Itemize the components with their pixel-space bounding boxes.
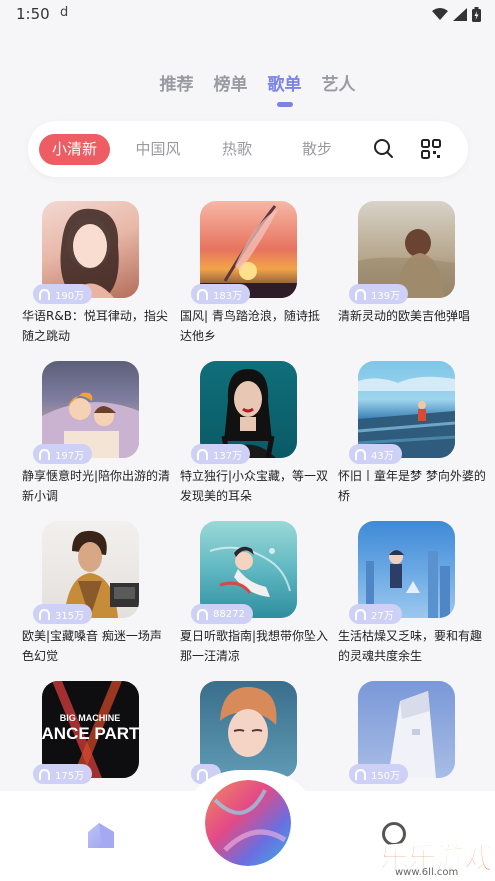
headphones-icon	[355, 608, 366, 620]
headphones-icon	[197, 768, 208, 780]
play-count: 183万	[213, 290, 243, 302]
cover-art	[220, 686, 277, 757]
status-time: 1:50	[16, 5, 50, 23]
tab-recommend[interactable]: 推荐	[160, 70, 194, 95]
play-count-badge: 27万	[349, 604, 402, 624]
filter-hot-songs[interactable]: 热歌	[210, 134, 264, 165]
active-tab-indicator	[276, 102, 293, 107]
headphones-icon	[197, 448, 208, 460]
headphones-icon	[39, 768, 50, 780]
qr-scan-icon[interactable]	[418, 136, 444, 162]
playlist-title: 国风| 青鸟踏沧浪，随诗抵达他乡	[180, 309, 320, 343]
home-icon[interactable]	[84, 820, 118, 850]
play-count-badge: 139万	[349, 284, 409, 304]
battery-icon	[472, 7, 481, 22]
now-playing-disc[interactable]	[205, 780, 291, 866]
tab-artists[interactable]: 艺人	[322, 70, 356, 95]
play-count-badge: 190万	[33, 284, 93, 304]
cover-text-label: BIG MACHINE	[60, 713, 121, 723]
playlist-grid: 190万 华语R&B：悦耳律动，指尖随之跳动 183万 国风| 青鸟踏沧浪，随诗…	[0, 198, 495, 790]
disc-art	[205, 780, 291, 866]
playlist-title: 生活枯燥又乏味，要和有趣的灵魂共度余生	[338, 629, 483, 663]
play-count: 175万	[55, 770, 85, 782]
cover-text-title: DANCE PARTY	[42, 724, 139, 743]
play-count-badge: 43万	[349, 444, 402, 464]
play-count: 88272	[213, 608, 245, 620]
play-count-badge: 197万	[33, 444, 93, 464]
filter-walking[interactable]: 散步	[290, 134, 344, 165]
tab-label: 艺人	[321, 75, 356, 95]
play-count: 43万	[371, 450, 394, 462]
headphones-icon	[39, 448, 50, 460]
playlist-title: 华语R&B：悦耳律动，指尖随之跳动	[22, 309, 168, 343]
filter-chinese-style[interactable]: 中国风	[124, 134, 192, 165]
status-bar: 1:50 d	[0, 0, 495, 30]
headphones-icon	[355, 448, 366, 460]
signal-icon	[453, 8, 467, 21]
play-count: 27万	[371, 610, 394, 622]
play-count: 190万	[55, 290, 85, 302]
tab-charts[interactable]: 榜单	[214, 70, 248, 95]
play-count: 150万	[371, 770, 401, 782]
headphones-icon	[355, 768, 366, 780]
playlist-title: 清新灵动的欧美吉他弹唱	[338, 309, 471, 323]
notification-d-icon: d	[60, 5, 69, 20]
tab-label: 歌单	[267, 75, 302, 95]
top-tabs: 推荐 榜单 歌单 艺人	[0, 70, 495, 107]
filter-fresh[interactable]: 小清新	[39, 134, 110, 165]
search-icon[interactable]	[371, 136, 397, 162]
playlist-title: 怀旧丨童年是梦 梦向外婆的桥	[338, 469, 486, 503]
tab-label: 榜单	[213, 75, 248, 95]
playlist-cover	[200, 681, 297, 778]
play-count-badge: 315万	[33, 604, 93, 624]
play-count-badge: 175万	[33, 764, 93, 784]
play-count: 137万	[213, 450, 243, 462]
watermark-url: www.6ll.com	[395, 867, 459, 878]
tab-label: 推荐	[159, 75, 194, 95]
filter-bar: 小清新 中国风 热歌 散步	[28, 121, 468, 177]
play-count-badge: 150万	[349, 764, 409, 784]
play-count: 139万	[371, 290, 401, 302]
status-icons	[432, 7, 481, 22]
headphones-icon	[197, 608, 208, 620]
headphones-icon	[39, 608, 50, 620]
playlist-title: 夏日听歌指南|我想带你坠入那一汪清凉	[180, 629, 329, 663]
playlist-title: 欧美|宝藏嗓音 痴迷一场声色幻觉	[22, 629, 162, 663]
headphones-icon	[355, 288, 366, 300]
play-count: 197万	[55, 450, 85, 462]
play-count-badge: 137万	[191, 444, 251, 464]
headphones-icon	[39, 288, 50, 300]
play-count-badge: 183万	[191, 284, 251, 304]
playlist-title: 特立独行|小众宝藏，等一双发现美的耳朵	[180, 469, 329, 503]
play-count-badge: 88272	[191, 604, 253, 624]
headphones-icon	[197, 288, 208, 300]
wifi-icon	[432, 8, 448, 20]
play-count: 315万	[55, 610, 85, 622]
playlist-title: 静享惬意时光|陪你出游的清新小调	[22, 469, 171, 503]
tab-playlists[interactable]: 歌单	[267, 70, 302, 107]
